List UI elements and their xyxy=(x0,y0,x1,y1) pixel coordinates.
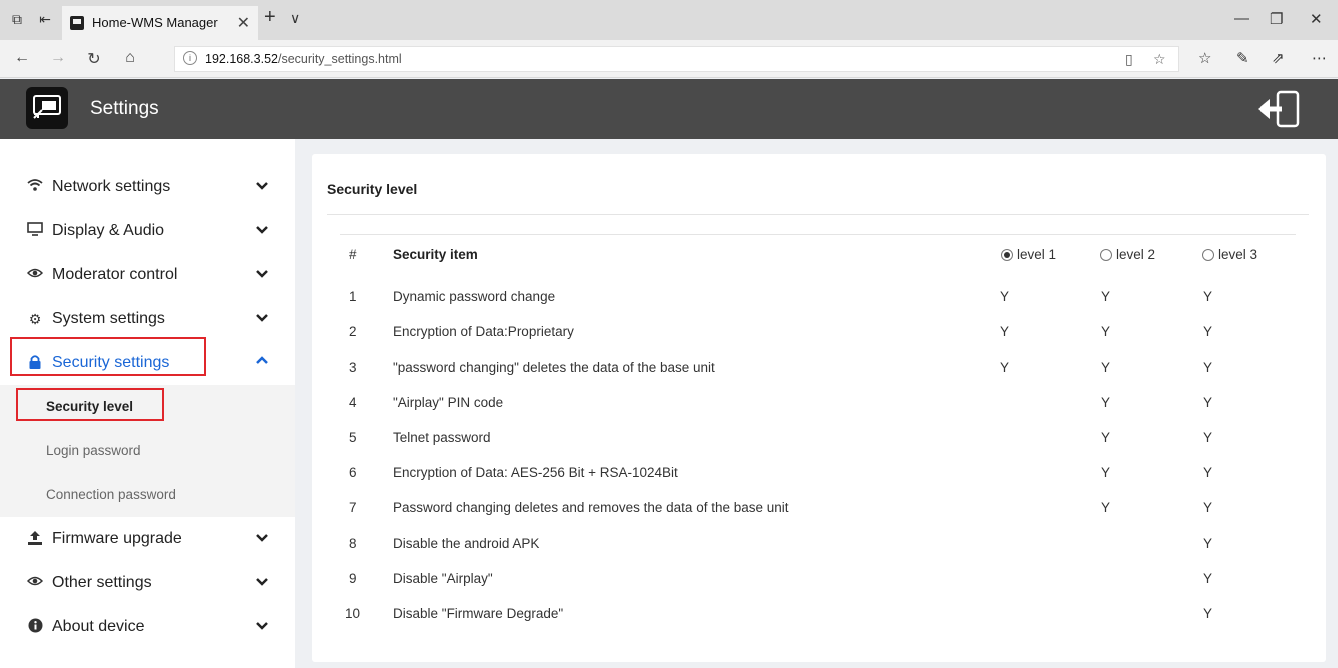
logout-button[interactable] xyxy=(1256,89,1304,129)
sidebar-item-moderator[interactable]: Moderator control xyxy=(0,253,295,297)
close-tab-icon[interactable]: ✕ xyxy=(237,13,250,33)
wifi-icon xyxy=(26,178,44,196)
reading-view-icon[interactable]: ▯ xyxy=(1125,51,1133,68)
sidebar-item-about[interactable]: About device xyxy=(0,605,295,649)
sidebar-subitem-security-level[interactable]: Security level xyxy=(0,385,295,429)
page-title: Settings xyxy=(90,98,159,119)
browser-tab[interactable]: Home-WMS Manager ✕ xyxy=(62,6,258,40)
chevron-down-icon xyxy=(255,310,271,328)
chevron-down-icon xyxy=(255,222,271,240)
address-bar-row: ← → ↻ ⌂ i 192.168.3.52/security_settings… xyxy=(0,40,1338,78)
chevron-down-icon xyxy=(255,266,271,284)
chevron-down-icon xyxy=(255,574,271,592)
browser-tab-bar: ⧉ ⇤ Home-WMS Manager ✕ + ∨ — ❐ ✕ xyxy=(0,0,1338,40)
cast-screen-icon xyxy=(33,95,61,119)
monitor-icon xyxy=(26,222,44,240)
close-window-icon[interactable]: ✕ xyxy=(1310,10,1323,28)
logout-icon xyxy=(1258,90,1300,128)
set-aside-tabs-icon[interactable]: ⇤ xyxy=(36,10,54,28)
refresh-icon[interactable]: ↻ xyxy=(84,49,104,69)
more-icon[interactable]: ⋯ xyxy=(1312,49,1327,67)
gear-icon: ⚙ xyxy=(28,311,42,327)
upload-icon xyxy=(26,530,44,548)
url-input[interactable]: i 192.168.3.52/security_settings.html ▯ … xyxy=(174,46,1179,72)
table-divider xyxy=(340,234,1296,235)
app-logo xyxy=(26,87,68,129)
sidebar-item-network[interactable]: Network settings xyxy=(0,165,295,209)
section-title: Security level xyxy=(327,181,418,197)
level1-radio[interactable] xyxy=(1001,249,1013,261)
new-tab-icon[interactable]: + xyxy=(264,6,276,29)
pen-icon[interactable]: ✎ xyxy=(1236,49,1249,67)
favorite-star-icon[interactable]: ☆ xyxy=(1153,51,1166,68)
sidebar-subitem-connection-password[interactable]: Connection password xyxy=(0,473,295,517)
sidebar-item-security[interactable]: Security settings xyxy=(0,341,295,385)
lock-icon xyxy=(26,354,44,372)
back-icon[interactable]: ← xyxy=(12,49,32,67)
sidebar-item-display-audio[interactable]: Display & Audio xyxy=(0,209,295,253)
column-header-num: # xyxy=(349,247,357,262)
tab-groups-icon[interactable]: ⧉ xyxy=(8,10,26,28)
minimize-icon[interactable]: — xyxy=(1234,10,1249,27)
level3-radio[interactable] xyxy=(1202,249,1214,261)
forward-icon[interactable]: → xyxy=(48,49,68,67)
divider xyxy=(327,214,1309,215)
sidebar: Network settings Display & Audio Moderat… xyxy=(0,139,295,668)
chevron-down-icon[interactable]: ∨ xyxy=(290,10,300,27)
chevron-down-icon xyxy=(255,178,271,196)
column-header-item: Security item xyxy=(393,247,478,262)
sidebar-subitem-login-password[interactable]: Login password xyxy=(0,429,295,473)
sidebar-item-other[interactable]: Other settings xyxy=(0,561,295,605)
tab-title: Home-WMS Manager xyxy=(92,15,218,30)
chevron-down-icon xyxy=(255,618,271,636)
chevron-up-icon xyxy=(255,354,271,372)
level2-label[interactable]: level 2 xyxy=(1116,247,1155,262)
sidebar-item-firmware[interactable]: Firmware upgrade xyxy=(0,517,295,561)
favicon-icon xyxy=(70,16,84,30)
site-info-icon[interactable]: i xyxy=(183,51,197,65)
content-card: Security level # Security item level 1 l… xyxy=(312,154,1326,662)
level2-radio[interactable] xyxy=(1100,249,1112,261)
eye-icon xyxy=(26,574,44,592)
favorites-hub-icon[interactable]: ☆ xyxy=(1198,49,1211,67)
restore-icon[interactable]: ❐ xyxy=(1270,10,1283,28)
url-text: 192.168.3.52/security_settings.html xyxy=(205,52,402,66)
info-icon xyxy=(26,618,44,636)
level3-label[interactable]: level 3 xyxy=(1218,247,1257,262)
share-icon[interactable]: ⇗ xyxy=(1272,49,1285,67)
sidebar-item-system[interactable]: ⚙ System settings xyxy=(0,297,295,341)
eye-icon xyxy=(26,266,44,284)
home-icon[interactable]: ⌂ xyxy=(120,49,140,67)
chevron-down-icon xyxy=(255,530,271,548)
level1-label[interactable]: level 1 xyxy=(1017,247,1056,262)
app-header: Settings xyxy=(0,79,1338,139)
